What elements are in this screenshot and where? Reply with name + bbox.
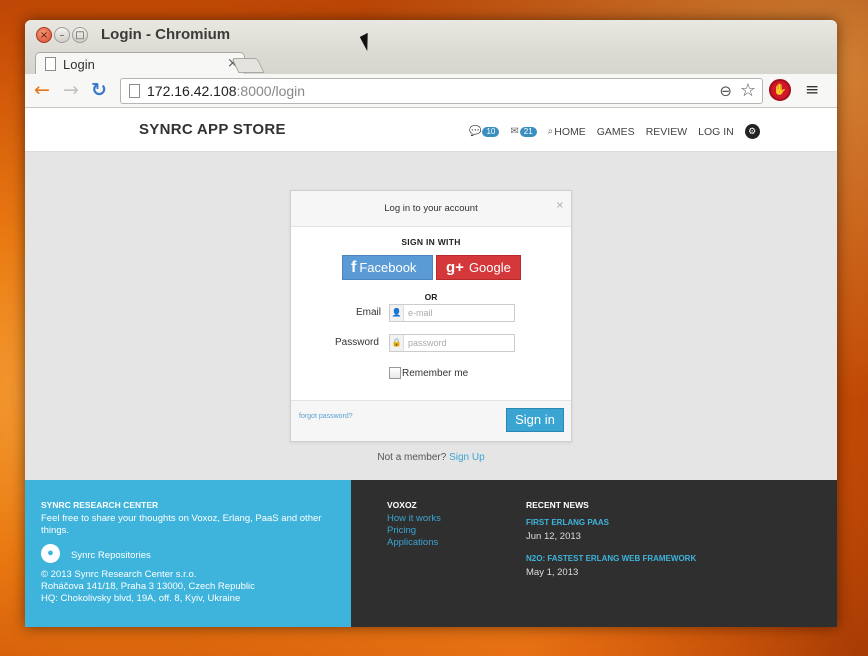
link-applications[interactable]: Applications (387, 537, 441, 549)
login-panel-header: Log in to your account × (291, 191, 571, 227)
site-nav: 💬 10 ✉ 21 ⌕ HOME GAMES REVIEW LOG IN ⚙ (469, 124, 760, 139)
facebook-login-button[interactable]: f Facebook (342, 255, 433, 280)
messages-badge: 10 (482, 126, 500, 137)
signup-prompt: Not a member? Sign Up (25, 452, 837, 463)
password-field: 🔒 (389, 334, 515, 352)
login-panel-title: Log in to your account (384, 203, 478, 214)
remember-checkbox[interactable] (389, 367, 401, 379)
login-panel-footer: forgot password? Sign in (291, 400, 571, 441)
window-minimize-button[interactable]: – (54, 27, 70, 43)
news-item: N2O: FASTEST ERLANG WEB FRAMEWORK May 1,… (526, 554, 696, 578)
footer-links: VOXOZ How it works Pricing Applications … (351, 480, 837, 627)
nav-home[interactable]: HOME (554, 126, 586, 138)
menu-icon[interactable]: ≡ (805, 80, 819, 100)
title-bar: × – □ Login - Chromium (25, 20, 837, 50)
remember-me[interactable]: Remember me (389, 367, 468, 379)
url-text[interactable]: 172.16.42.108:8000/login (147, 83, 305, 99)
email-input[interactable] (405, 305, 513, 321)
adblock-extension-icon[interactable]: ✋ (769, 79, 791, 101)
sign-up-link[interactable]: Sign Up (449, 452, 485, 463)
url-path: :8000/login (236, 83, 306, 99)
google-plus-icon: g+ (446, 259, 464, 276)
facebook-label: Facebook (359, 260, 417, 275)
page-icon (45, 57, 56, 71)
site-header: SYNRC APP STORE 💬 10 ✉ 21 ⌕ HOME GAMES R… (25, 108, 837, 152)
address-line: Roháčova 141/18, Praha 3 13000, Czech Re… (41, 581, 255, 592)
browser-window: × – □ Login - Chromium Login × ← → ↻ 172… (25, 20, 837, 627)
footer-left-text: Feel free to share your thoughts on Voxo… (41, 513, 322, 536)
settings-gear-icon[interactable]: ⚙ (744, 124, 760, 139)
news-headline[interactable]: N2O: FASTEST ERLANG WEB FRAMEWORK (526, 554, 696, 563)
email-field: 👤 (389, 304, 515, 322)
news-date: Jun 12, 2013 (526, 531, 581, 542)
footer-copyright: © 2013 Synrc Research Center s.r.o. Rohá… (41, 569, 255, 605)
footer-left-title: SYNRC RESEARCH CENTER (41, 500, 159, 510)
copyright-line: © 2013 Synrc Research Center s.r.o. (41, 569, 197, 580)
remember-label: Remember me (402, 367, 469, 379)
browser-toolbar: ← → ↻ 172.16.42.108:8000/login ⊖ ☆ ✋ ≡ (25, 74, 837, 108)
nav-review[interactable]: REVIEW (646, 126, 687, 138)
news-date: May 1, 2013 (526, 567, 579, 578)
close-icon[interactable]: × (556, 200, 564, 211)
reload-icon[interactable]: ↻ (91, 80, 107, 100)
window-close-button[interactable]: × (36, 27, 52, 43)
mail-icon: ✉ (510, 126, 519, 137)
bookmark-star-icon[interactable]: ☆ (740, 80, 756, 101)
user-icon: 👤 (390, 305, 404, 321)
footer-research-center: SYNRC RESEARCH CENTER Feel free to share… (25, 480, 351, 627)
password-input[interactable] (405, 335, 513, 351)
url-host: 172.16.42.108 (147, 83, 237, 99)
news-item: FIRST ERLANG PAAS Jun 12, 2013 (526, 518, 609, 542)
tab-strip: Login × (25, 50, 837, 75)
nav-games[interactable]: GAMES (597, 126, 635, 138)
voxoz-heading: VOXOZ (387, 500, 417, 510)
nav-login[interactable]: LOG IN (698, 126, 734, 138)
facebook-icon: f (351, 259, 357, 276)
forward-icon[interactable]: → (63, 80, 79, 100)
link-how-it-works[interactable]: How it works (387, 513, 441, 525)
address-bar[interactable]: 172.16.42.108:8000/login ⊖ ☆ (120, 78, 763, 104)
repositories-link[interactable]: Synrc Repositories (71, 550, 151, 561)
forgot-password-link[interactable]: forgot password? (299, 413, 353, 420)
google-label: Google (468, 260, 511, 275)
chat-icon: 💬 (469, 126, 482, 137)
recent-news-heading: RECENT NEWS (526, 500, 589, 510)
or-divider: OR (424, 292, 438, 302)
news-headline[interactable]: FIRST ERLANG PAAS (526, 518, 609, 527)
not-member-text: Not a member? (377, 452, 447, 463)
link-pricing[interactable]: Pricing (387, 525, 441, 537)
site-brand[interactable]: SYNRC APP STORE (139, 121, 286, 138)
zoom-icon[interactable]: ⊖ (719, 82, 732, 100)
window-maximize-button[interactable]: □ (72, 27, 88, 43)
voxoz-links: How it works Pricing Applications (387, 513, 441, 549)
tab-label: Login (63, 57, 95, 72)
email-label: Email (356, 307, 382, 318)
back-icon[interactable]: ← (34, 80, 50, 100)
google-login-button[interactable]: g+ Google (436, 255, 521, 280)
password-label: Password (335, 337, 379, 348)
mail-link[interactable]: ✉ 21 (510, 126, 537, 137)
page-viewport: SYNRC APP STORE 💬 10 ✉ 21 ⌕ HOME GAMES R… (25, 108, 837, 627)
github-icon[interactable]: ● (41, 544, 60, 563)
mail-badge: 21 (519, 126, 537, 137)
login-panel: Log in to your account × SIGN IN WITH fF… (290, 190, 572, 442)
tab-login[interactable]: Login × (35, 52, 245, 75)
sign-in-with-heading: SIGN IN WITH (401, 237, 461, 247)
search-icon[interactable]: ⌕ (548, 126, 554, 137)
messages-link[interactable]: 💬 10 (469, 126, 500, 137)
page-icon (129, 84, 140, 98)
window-title: Login - Chromium (101, 26, 231, 43)
sign-in-button[interactable]: Sign in (506, 408, 564, 432)
hq-line: HQ: Chokolivsky blvd, 19A, off. 8, Kyiv,… (41, 593, 241, 604)
lock-icon: 🔒 (390, 335, 404, 351)
